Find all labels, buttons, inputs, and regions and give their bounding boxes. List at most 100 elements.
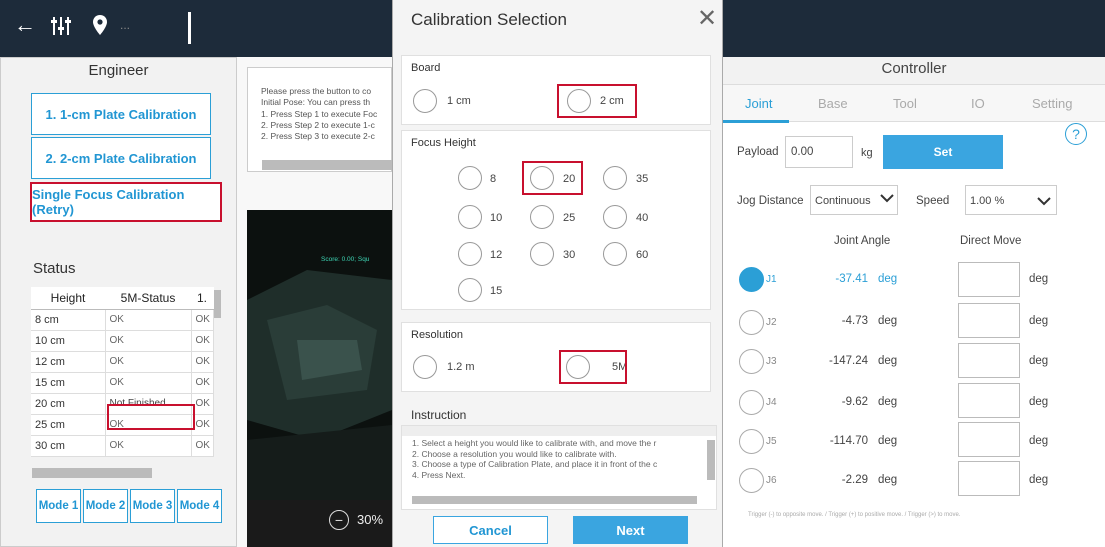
cancel-button[interactable]: Cancel	[433, 516, 548, 544]
height-cell: 25 cm	[31, 414, 106, 436]
zoom-out-icon[interactable]: −	[329, 510, 349, 530]
focus-40-radio[interactable]	[603, 205, 627, 229]
instruction-text: 1. Select a height you would like to cal…	[412, 438, 657, 480]
message-line: 2. Press Step 2 to execute 1-c	[261, 119, 375, 130]
focus-10-label: 10	[490, 212, 503, 224]
tab-joint-underline	[723, 120, 789, 123]
message-scrollbar[interactable]	[262, 160, 392, 170]
focus-60-radio[interactable]	[603, 242, 627, 266]
status-title: Status	[33, 260, 76, 277]
focus-12-radio[interactable]	[458, 242, 482, 266]
joint-unit: deg	[878, 355, 898, 367]
mode-4-button[interactable]: Mode 4	[177, 489, 222, 523]
table-row: 12 cm OK OK	[31, 351, 214, 373]
status-cell: OK	[105, 351, 192, 373]
instruction-message: Please press the button to co Initial Po…	[247, 67, 392, 172]
payload-input[interactable]: 0.00	[785, 136, 853, 168]
speed-label: Speed	[916, 195, 950, 207]
resolution-5m-highlight	[559, 350, 627, 384]
focus-25-radio[interactable]	[530, 205, 554, 229]
status-cell: OK	[191, 309, 214, 331]
board-1cm-radio[interactable]	[413, 89, 437, 113]
focus-25-label: 25	[563, 212, 576, 224]
focus-10-radio[interactable]	[458, 205, 482, 229]
joint-j4-radio[interactable]	[739, 390, 764, 415]
focus-15-radio[interactable]	[458, 278, 482, 302]
tab-joint[interactable]: Joint	[745, 96, 772, 111]
instruction-line: 2. Choose a resolution you would like to…	[412, 448, 617, 459]
payload-unit: kg	[861, 147, 873, 159]
message-line: 2. Press Step 3 to execute 2-c	[261, 131, 375, 142]
joint-unit: deg	[878, 396, 898, 408]
focus-35-radio[interactable]	[603, 166, 627, 190]
tab-tool[interactable]: Tool	[893, 96, 917, 111]
sliders-icon[interactable]	[50, 10, 72, 46]
single-focus-button[interactable]: Single Focus Calibration (Retry)	[30, 182, 222, 222]
joint-j5-radio[interactable]	[739, 429, 764, 454]
jog-distance-label: Jog Distance	[737, 195, 804, 207]
col-5m-status: 5M-Status	[105, 287, 191, 310]
col-1: 1.	[191, 287, 213, 310]
instruction-label: Instruction	[411, 408, 467, 422]
message-line: Please press the button to co	[261, 86, 372, 96]
message-line: 1. Press Step 1 to execute Foc	[261, 108, 378, 119]
col-height: Height	[31, 287, 105, 310]
direct-move-input[interactable]	[958, 303, 1020, 338]
set-button[interactable]: Set	[883, 135, 1003, 169]
joint-unit: deg	[878, 474, 898, 486]
zoom-bar: − 30%	[247, 500, 392, 547]
message-line: Initial Pose: You can press th	[261, 97, 371, 108]
two-cm-plate-button[interactable]: 2. 2-cm Plate Calibration	[31, 137, 211, 179]
status-cell: OK	[191, 435, 214, 457]
direct-move-input[interactable]	[958, 343, 1020, 378]
controller-title: Controller	[881, 60, 947, 77]
close-icon[interactable]: ✕	[697, 4, 717, 34]
focus-60-label: 60	[636, 249, 649, 261]
joint-j6-radio[interactable]	[739, 468, 764, 493]
direct-move-input[interactable]	[958, 383, 1020, 418]
focus-40-label: 40	[636, 212, 649, 224]
direct-move-unit: deg	[1029, 355, 1049, 367]
tab-setting[interactable]: Setting	[1032, 96, 1072, 111]
mode-1-button[interactable]: Mode 1	[36, 489, 81, 523]
joint-value: -147.24	[828, 355, 868, 367]
joint-j2-radio[interactable]	[739, 310, 764, 335]
direct-move-input[interactable]	[958, 422, 1020, 457]
one-cm-plate-button[interactable]: 1. 1-cm Plate Calibration	[31, 93, 211, 135]
direct-move-input[interactable]	[958, 461, 1020, 496]
focus-30-radio[interactable]	[530, 242, 554, 266]
table-hscrollbar[interactable]	[32, 468, 152, 478]
status-cell: OK	[105, 435, 192, 457]
back-arrow-icon[interactable]: ←	[14, 10, 36, 40]
resolution-1-2m-radio[interactable]	[413, 355, 437, 379]
table-row: 8 cm OK OK	[31, 309, 214, 331]
mode-2-button[interactable]: Mode 2	[83, 489, 128, 523]
joint-unit: deg	[878, 315, 898, 327]
tab-io[interactable]: IO	[971, 96, 985, 111]
focus-8-radio[interactable]	[458, 166, 482, 190]
help-icon[interactable]: ?	[1065, 123, 1087, 145]
camera-image	[247, 210, 392, 547]
more-icon[interactable]: ...	[120, 10, 130, 40]
focus-20-highlight	[522, 161, 583, 195]
direct-move-unit: deg	[1029, 396, 1049, 408]
next-button[interactable]: Next	[573, 516, 688, 544]
joint-j3-radio[interactable]	[739, 349, 764, 374]
table-vscrollbar[interactable]	[214, 290, 221, 318]
focus-15-label: 15	[490, 285, 503, 297]
tab-base[interactable]: Base	[818, 96, 848, 111]
instruction-hscrollbar[interactable]	[412, 496, 697, 504]
joint-unit: deg	[878, 435, 898, 447]
topbar-divider	[188, 12, 191, 44]
dialog-title: Calibration Selection	[411, 10, 567, 29]
mode-3-button[interactable]: Mode 3	[130, 489, 175, 523]
calibration-selection-dialog: Calibration Selection ✕ Board 1 cm 2 cm …	[392, 0, 723, 547]
direct-move-input[interactable]	[958, 262, 1020, 297]
location-pin-icon[interactable]	[93, 10, 107, 43]
joint-value: -114.70	[829, 435, 868, 447]
instruction-vscrollbar[interactable]	[707, 440, 715, 480]
instruction-header-bar	[402, 426, 716, 436]
joint-j1-radio[interactable]	[739, 267, 764, 292]
speed-chevron-down-icon[interactable]	[1037, 193, 1051, 211]
jog-chevron-down-icon[interactable]	[880, 193, 894, 206]
